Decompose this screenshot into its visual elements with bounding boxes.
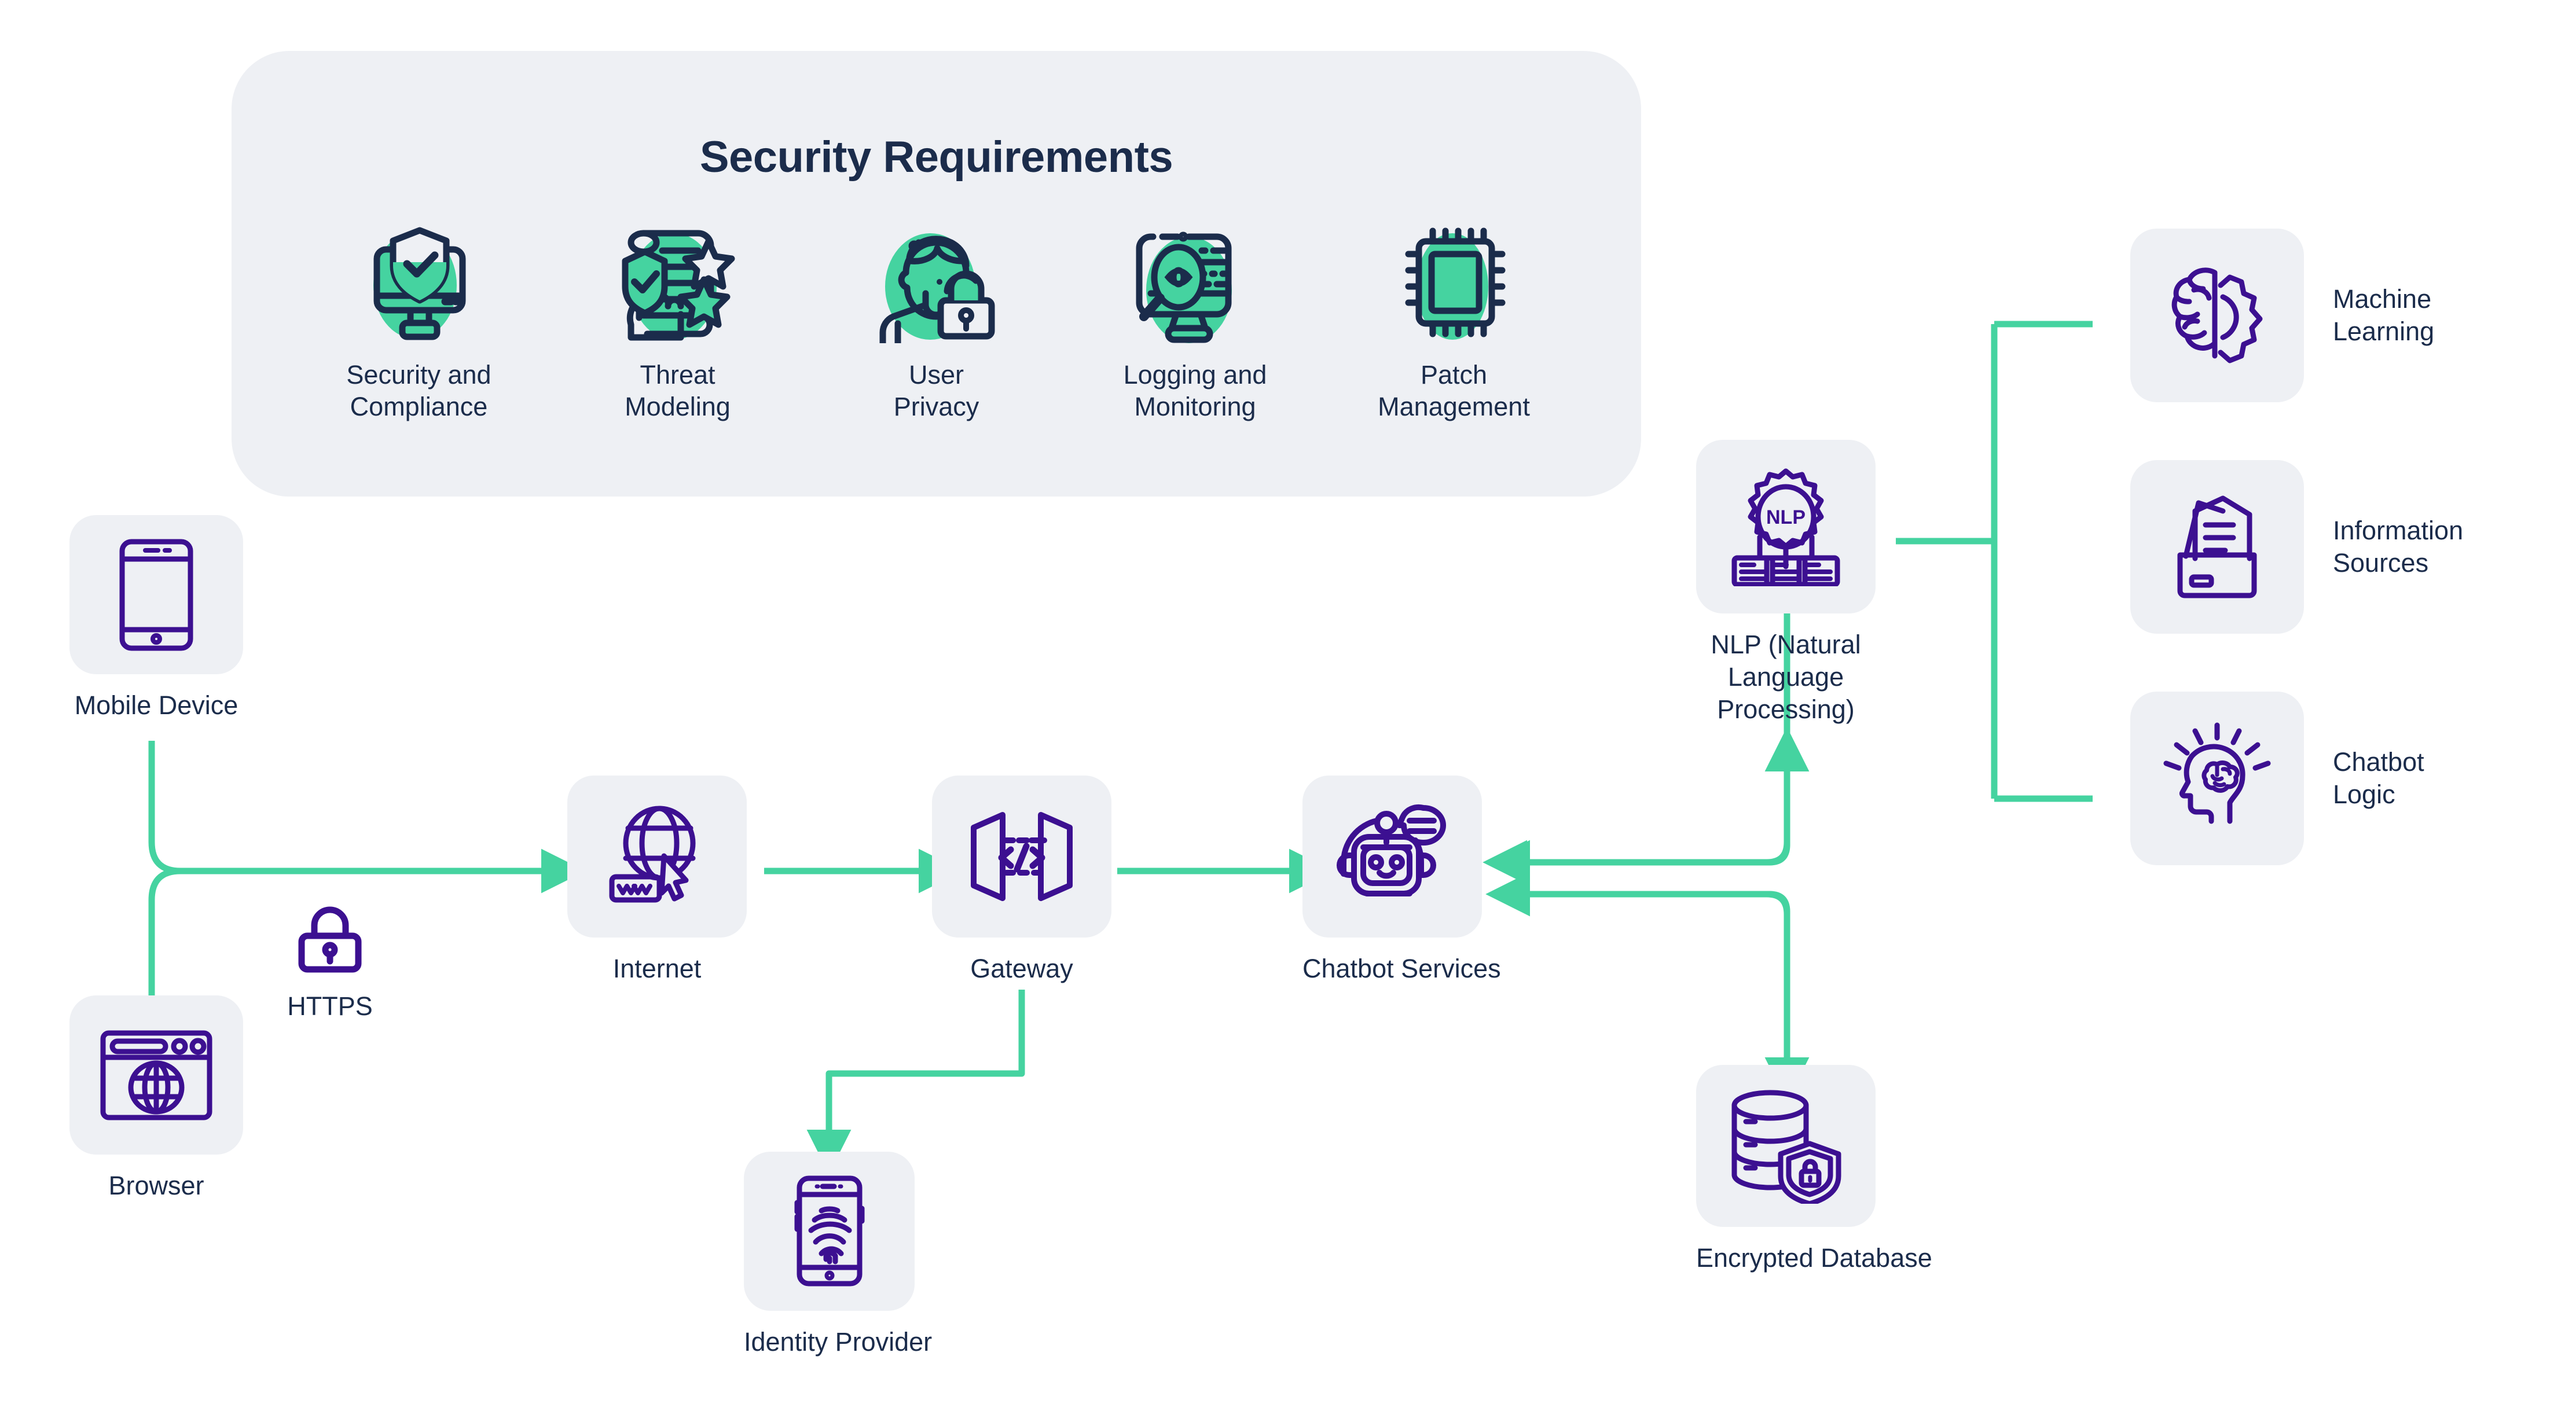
security-item-patch-management: Patch Management [1324,219,1583,423]
identity-provider-tile [744,1152,915,1311]
link-gateway-to-identity [806,990,1025,1174]
link-mobile-to-internet [148,741,586,894]
security-item-threat-modeling: Threat Modeling [548,219,807,423]
node-label: HTTPS [287,991,373,1021]
scroll-stars-hand-icon [608,219,747,346]
api-gateway-code-icon [971,812,1073,901]
user-padlock-icon [867,219,1006,346]
internet-tile [567,776,747,938]
node-internet[interactable]: Internet [567,776,747,985]
node-label: Identity Provider [744,1327,933,1357]
node-label: Gateway [970,954,1073,983]
node-identity-provider[interactable]: Identity Provider [744,1152,932,1358]
information-sources-tile [2130,460,2304,634]
chatbot-services-tile [1302,776,1482,938]
tablet-icon [119,539,193,650]
browser-tile [69,995,243,1155]
node-nlp[interactable]: NLP NLP (Natural Language Processing) [1696,440,1876,725]
security-item-label: Patch Management [1378,360,1530,422]
security-item-label: User Privacy [893,360,979,422]
node-label: Mobile Device [74,690,238,720]
globe-www-cursor-icon [609,806,696,902]
svg-text:NLP: NLP [1766,506,1806,528]
mobile-device-tile [69,515,243,674]
shield-monitor-check-icon [350,219,489,346]
microchip-icon [1385,219,1524,346]
nlp-tile: NLP [1696,440,1876,613]
node-browser[interactable]: Browser [69,995,243,1202]
security-item-label: Logging and Monitoring [1123,360,1267,422]
node-label: Machine Learning [2333,284,2435,346]
security-item-label: Security and Compliance [346,360,491,422]
node-gateway[interactable]: Gateway [932,776,1111,985]
https-icon-wrap [266,906,394,975]
browser-globe-icon [100,1030,212,1120]
node-label: Information Sources [2333,516,2464,578]
node-label: NLP (Natural Language Processing) [1711,630,1861,724]
brain-gear-icon [2171,267,2263,363]
link-chatbot-to-database [1520,891,1810,1102]
node-chatbot-logic[interactable]: Chatbot Logic [2130,692,2424,865]
nlp-gear-nodes-icon: NLP [1731,468,1840,586]
node-https: HTTPS [266,906,394,1023]
node-mobile-device[interactable]: Mobile Device [69,515,243,722]
node-machine-learning[interactable]: Machine Learning [2130,229,2434,402]
security-item-label: Threat Modeling [625,360,731,422]
node-label: Chatbot Logic [2333,747,2424,809]
security-item-user-privacy: User Privacy [807,219,1066,423]
gateway-tile [932,776,1111,938]
encrypted-database-tile [1696,1065,1876,1227]
folder-documents-icon [2177,495,2257,598]
database-shield-lock-icon [1731,1090,1841,1204]
security-requirements-panel: Security Requirements Security and Compl… [232,51,1641,497]
security-item-security-and-compliance: Security and Compliance [289,219,548,423]
diagram-canvas: Security Requirements Security and Compl… [0,0,2576,1426]
node-label: Chatbot Services [1302,954,1501,983]
node-label: Internet [612,954,702,983]
node-label: Encrypted Database [1696,1243,1932,1273]
node-encrypted-database[interactable]: Encrypted Database [1696,1065,1932,1274]
security-requirements-list: Security and Compliance Threat Modeling … [289,219,1583,423]
phone-fingerprint-icon [794,1175,864,1287]
link-nlp-bracket [1896,321,2093,802]
node-information-sources[interactable]: Information Sources [2130,460,2463,634]
link-db-left-to-chatbot [1485,872,1790,1027]
chatbot-logic-tile [2130,692,2304,865]
node-label: Browser [108,1171,204,1200]
head-brain-idea-icon [2163,722,2271,824]
security-requirements-title: Security Requirements [699,133,1173,182]
node-chatbot-services[interactable]: Chatbot Services [1302,776,1501,985]
security-item-logging-and-monitoring: Logging and Monitoring [1066,219,1324,423]
machine-learning-tile [2130,229,2304,402]
padlock-icon [298,906,362,973]
monitor-magnifier-eye-icon [1126,219,1265,346]
robot-chat-icon [1337,804,1446,896]
